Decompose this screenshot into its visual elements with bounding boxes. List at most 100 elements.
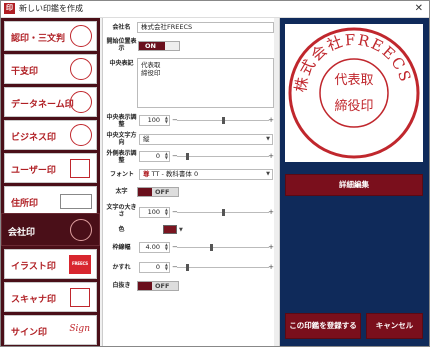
illustration-stamp-icon: FREECS xyxy=(69,255,91,274)
close-icon[interactable]: ✕ xyxy=(415,2,423,15)
toggle-knob xyxy=(138,282,152,290)
sign-stamp-icon: Sign xyxy=(69,324,90,334)
char-size-value: 100 xyxy=(147,208,160,216)
char-size-input[interactable]: 100 ▲ ▼ xyxy=(139,207,170,218)
company-name-input[interactable]: 株式会社FREECS xyxy=(137,22,274,33)
category-dataname[interactable]: データネーム印 xyxy=(4,87,97,117)
bold-label: 太字 xyxy=(115,188,128,195)
start-pos-label: 開始位置表示 xyxy=(106,38,137,52)
slider-thumb[interactable] xyxy=(222,209,225,216)
blur-input[interactable]: 0 ▲ ▼ xyxy=(139,262,170,273)
category-business[interactable]: ビジネス印 xyxy=(4,120,97,150)
category-sign[interactable]: サイン印 Sign xyxy=(4,315,97,345)
form-scrollbar[interactable] xyxy=(274,18,279,346)
center-text-area[interactable]: 代表取 締役印 xyxy=(137,58,274,108)
category-mitomein[interactable]: 認印・三文判 xyxy=(4,21,97,51)
font-select[interactable]: 尊 TT - 教科書体 0 ▼ xyxy=(139,169,273,180)
frame-width-label: 枠線幅 xyxy=(112,244,131,251)
center-dir-label: 中央文字方向 xyxy=(106,132,137,146)
slider-thumb[interactable] xyxy=(186,264,189,271)
blur-slider[interactable]: − + xyxy=(172,263,274,272)
chevron-down-icon: ▼ xyxy=(266,171,270,177)
center-size-input[interactable]: 100 ▲ ▼ xyxy=(139,115,170,126)
chevron-down-icon[interactable]: ▼ xyxy=(179,227,183,233)
font-label: フォント xyxy=(109,171,134,178)
company-name-label: 会社名 xyxy=(112,24,131,31)
slider-thumb[interactable] xyxy=(186,153,189,160)
app-stamp-icon: 印 xyxy=(4,3,15,14)
slider-thumb[interactable] xyxy=(222,117,225,124)
invert-label: 白抜き xyxy=(112,282,131,289)
slider-track xyxy=(177,267,269,268)
slider-track xyxy=(177,156,269,157)
outer-adjust-input[interactable]: 0 ▲ ▼ xyxy=(139,151,170,162)
category-illust[interactable]: イラスト印 FREECS xyxy=(4,249,97,279)
blur-label: かすれ xyxy=(112,264,131,271)
color-swatch[interactable] xyxy=(163,225,177,234)
category-scanner[interactable]: スキャナ印 xyxy=(4,282,97,312)
category-company[interactable]: 会社印 xyxy=(1,213,100,246)
category-address[interactable]: 住所印 xyxy=(4,186,97,216)
chevron-down-icon: ▼ xyxy=(266,136,270,142)
char-size-slider[interactable]: − + xyxy=(172,208,274,217)
detail-edit-button[interactable]: 詳細編集 xyxy=(285,174,423,196)
preview-panel: 株式会社FREECS 代表取 締役印 詳細編集 この印鑑を登録する キャンセル xyxy=(280,18,429,346)
app-window: 印 新しい印鑑を作成 ✕ 認印・三文判 干支印 データネーム印 ビジネス印 ユー… xyxy=(0,0,430,347)
center-size-value: 100 xyxy=(147,116,160,124)
outer-adjust-label: 外側表示調整 xyxy=(106,150,137,164)
start-pos-toggle[interactable]: ON xyxy=(138,41,180,51)
slider-track xyxy=(177,247,269,248)
toggle-text: OFF xyxy=(155,282,170,290)
center-dir-value: 縦 xyxy=(143,135,150,143)
round-stamp-icon xyxy=(70,25,92,47)
seal-inner-text-top: 代表取 xyxy=(334,73,373,88)
category-label: サイン印 xyxy=(11,328,48,338)
category-sidebar: 認印・三文判 干支印 データネーム印 ビジネス印 ユーザー印 住所印 会社印 イ… xyxy=(1,18,100,346)
center-text-label: 中央表記 xyxy=(109,60,134,67)
color-label: 色 xyxy=(118,226,125,233)
center-dir-select[interactable]: 縦 ▼ xyxy=(139,134,273,145)
category-label: ユーザー印 xyxy=(11,166,56,176)
seal-inner-ring xyxy=(319,58,389,128)
spinner-icon[interactable]: ▲ ▼ xyxy=(165,208,168,216)
spinner-icon[interactable]: ▲ ▼ xyxy=(165,263,168,271)
outer-adjust-slider[interactable]: − + xyxy=(172,152,274,161)
register-stamp-button[interactable]: この印鑑を登録する xyxy=(285,313,361,339)
category-label: ビジネス印 xyxy=(11,133,57,143)
round-stamp-icon xyxy=(70,58,92,80)
spinner-icon[interactable]: ▲ ▼ xyxy=(165,152,168,160)
slider-thumb[interactable] xyxy=(210,244,213,251)
round-stamp-icon xyxy=(70,91,92,113)
center-size-slider[interactable]: − + xyxy=(172,116,274,125)
category-user[interactable]: ユーザー印 xyxy=(4,153,97,183)
round-stamp-icon xyxy=(70,124,92,146)
category-eto[interactable]: 干支印 xyxy=(4,54,97,84)
company-seal-image: 株式会社FREECS 代表取 締役印 xyxy=(288,27,420,159)
center-text-line: 代表取 xyxy=(141,61,161,69)
illustration-stamp-text: FREECS xyxy=(72,261,88,266)
address-stamp-icon xyxy=(60,194,92,209)
category-label: 会社印 xyxy=(8,228,36,238)
center-text-line: 締役印 xyxy=(141,69,161,77)
font-value: TT - 教科書体 0 xyxy=(151,170,199,178)
window-title: 新しい印鑑を作成 xyxy=(19,4,83,13)
category-label: スキャナ印 xyxy=(11,295,57,305)
seal-inner-text-bottom: 締役印 xyxy=(334,98,373,114)
title-bar: 印 新しい印鑑を作成 ✕ xyxy=(1,1,429,18)
round-stamp-icon xyxy=(70,219,92,241)
toggle-knob xyxy=(165,42,179,50)
settings-form: 会社名 株式会社FREECS 開始位置表示 ON 中央表記 代表取 締役印 中央… xyxy=(102,18,280,346)
blur-value: 0 xyxy=(155,263,160,271)
outer-adjust-value: 0 xyxy=(155,152,160,160)
bold-toggle[interactable]: OFF xyxy=(137,187,179,197)
cancel-button[interactable]: キャンセル xyxy=(366,313,423,339)
toggle-text: ON xyxy=(145,42,156,50)
toggle-knob xyxy=(138,188,152,196)
spinner-icon[interactable]: ▲ ▼ xyxy=(165,116,168,124)
category-label: 干支印 xyxy=(11,67,39,77)
frame-width-input[interactable]: 4.00 ▲ ▼ xyxy=(139,242,170,253)
invert-toggle[interactable]: OFF xyxy=(137,281,179,291)
frame-width-value: 4.00 xyxy=(145,243,160,251)
frame-width-slider[interactable]: − + xyxy=(172,243,274,252)
spinner-icon[interactable]: ▲ ▼ xyxy=(165,243,168,251)
